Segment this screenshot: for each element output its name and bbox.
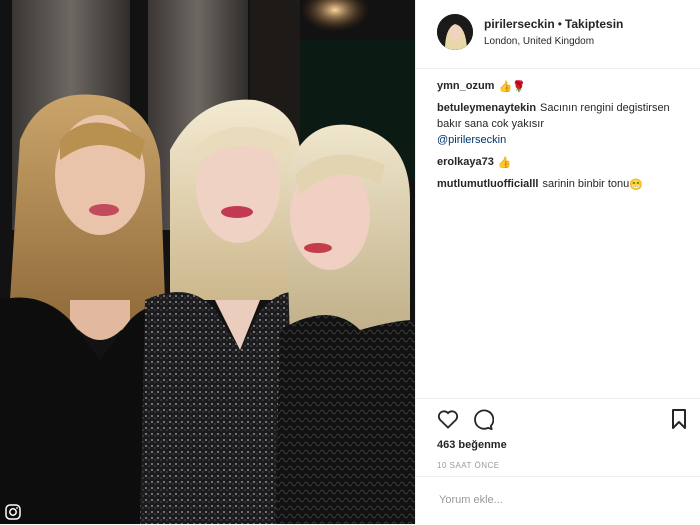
bookmark-icon[interactable] bbox=[671, 409, 687, 429]
comment-emoji: 😁 bbox=[629, 179, 643, 191]
comment-username[interactable]: mutlumutluofficialll bbox=[437, 178, 538, 190]
post-header: pirilerseckin • Takiptesin London, United … bbox=[416, 0, 700, 69]
post-timestamp[interactable]: 10 SAAT ÖNCE bbox=[437, 461, 500, 470]
separator-dot: • bbox=[557, 17, 562, 31]
comment-text: sarinin binbir tonu bbox=[542, 178, 630, 190]
comment-icon[interactable] bbox=[472, 409, 494, 431]
comment-input[interactable] bbox=[437, 493, 681, 507]
comment-emoji: 👍 bbox=[497, 157, 512, 169]
post-image bbox=[0, 0, 415, 524]
comment-item: mutlumutluofficialll sarinin binbir tonu😁 bbox=[437, 176, 692, 192]
instagram-post: pirilerseckin • Takiptesin London, United … bbox=[0, 0, 700, 524]
header-user-line: pirilerseckin • Takiptesin bbox=[484, 17, 623, 31]
location-link[interactable]: London, United Kingdom bbox=[484, 36, 594, 47]
comment-username[interactable]: ymn_ozum bbox=[437, 80, 494, 92]
comment-item: erolkaya73 👍 bbox=[437, 154, 692, 170]
avatar[interactable] bbox=[437, 14, 473, 50]
add-comment-section bbox=[416, 476, 700, 525]
post-side-panel: pirilerseckin • Takiptesin London, United … bbox=[415, 0, 700, 524]
likes-count[interactable]: 463 beğenme bbox=[437, 439, 507, 451]
comment-username[interactable]: betuleymenaytekin bbox=[437, 102, 536, 114]
post-photo[interactable] bbox=[0, 0, 415, 524]
comment-list: ymn_ozum 👍🌹 betuleymenaytekin Sacının reng… bbox=[437, 78, 692, 198]
follow-status-button[interactable]: Takiptesin bbox=[565, 17, 623, 31]
comment-item: ymn_ozum 👍🌹 bbox=[437, 78, 692, 94]
username-link[interactable]: pirilerseckin bbox=[484, 17, 555, 31]
instagram-icon bbox=[5, 504, 21, 520]
comment-emoji: 👍🌹 bbox=[498, 81, 526, 93]
comment-item: betuleymenaytekin Sacının rengini degisti… bbox=[437, 100, 692, 148]
comment-username[interactable]: erolkaya73 bbox=[437, 156, 494, 168]
comment-mention-link[interactable]: @pirilerseckin bbox=[437, 134, 506, 146]
heart-icon[interactable] bbox=[437, 409, 459, 429]
